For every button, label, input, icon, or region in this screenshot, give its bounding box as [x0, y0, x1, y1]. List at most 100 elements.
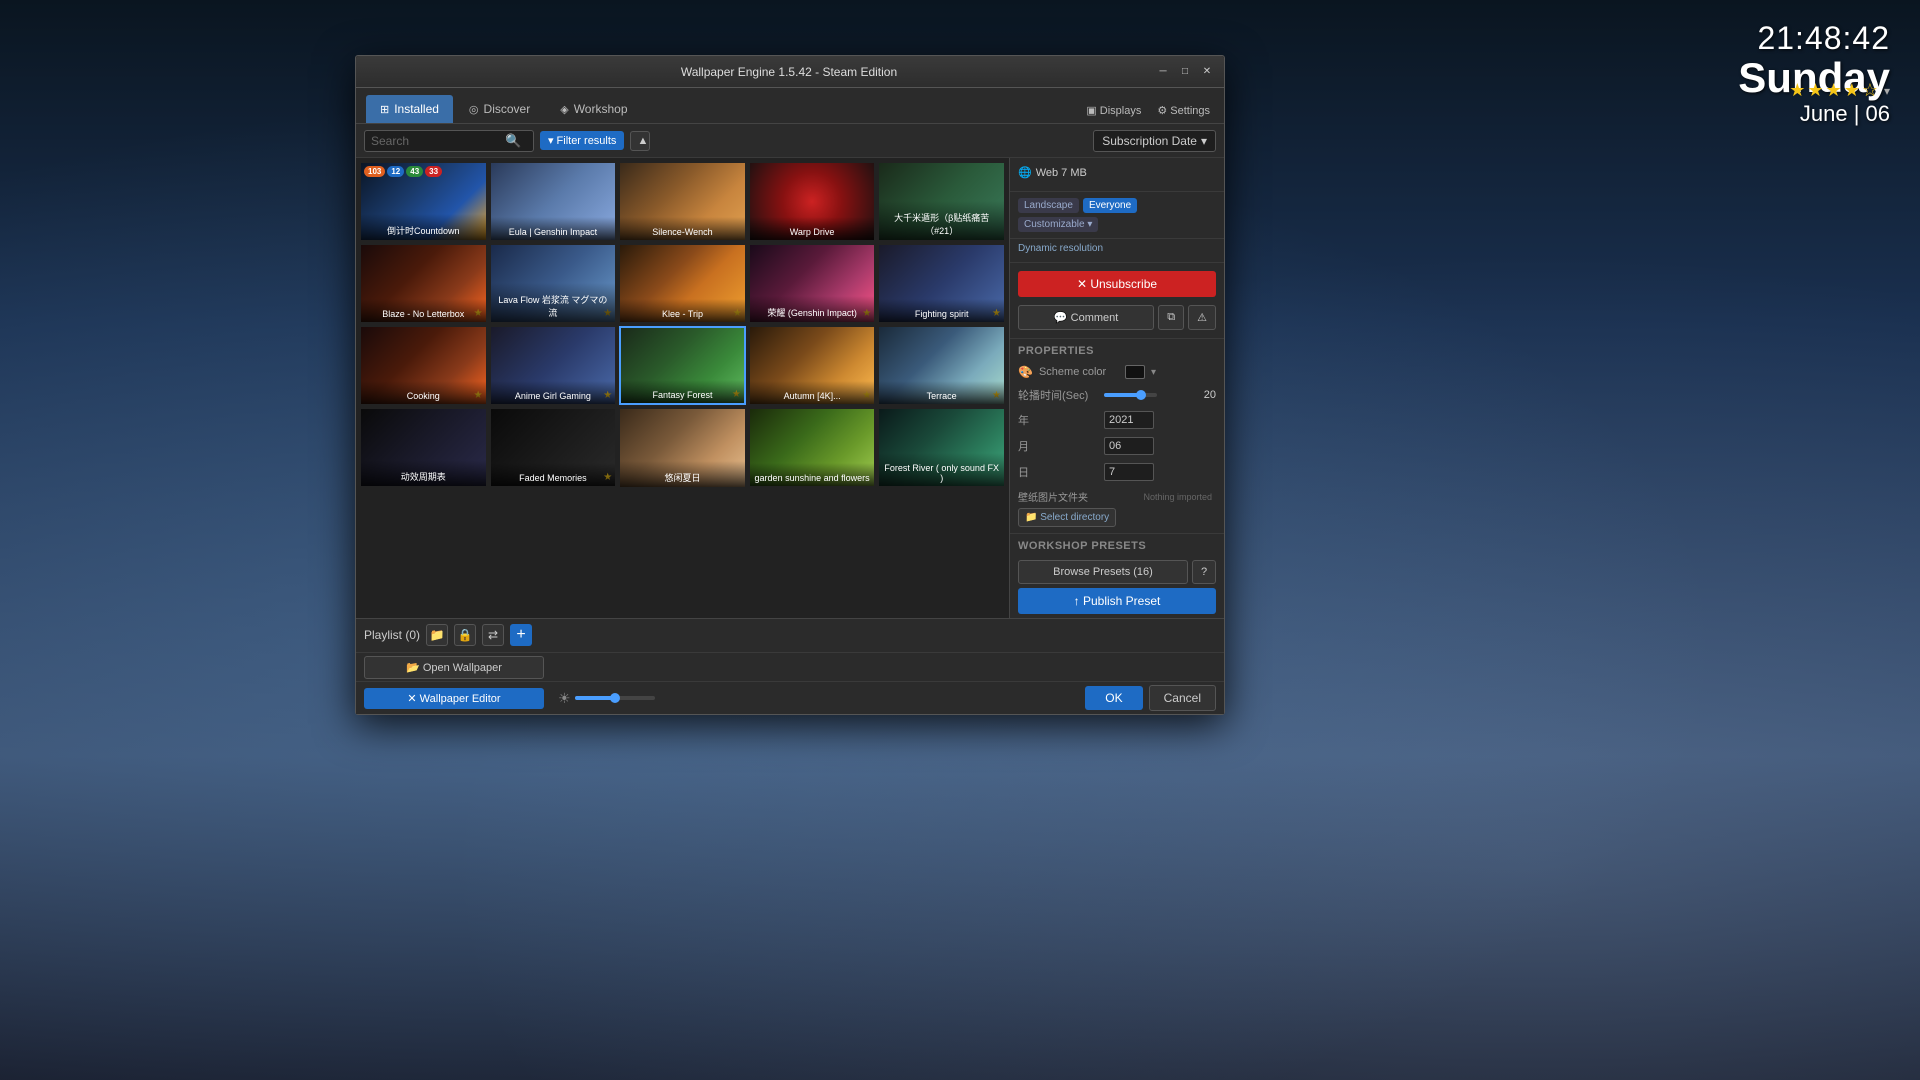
panel-info: 🌐 Web 7 MB	[1010, 158, 1224, 192]
wallpaper-item-10[interactable]: ★Fighting spirit	[878, 244, 1005, 323]
help-button[interactable]: ?	[1192, 560, 1216, 584]
brightness-control: ☀	[558, 690, 655, 707]
select-dir-container: 📁 Select directory	[1010, 508, 1224, 533]
wallpaper-item-2[interactable]: Eula | Genshin Impact	[490, 162, 617, 241]
ok-button[interactable]: OK	[1085, 686, 1142, 710]
wallpaper-item-5[interactable]: 大千米遁形（β贴纸痛苦（#21）	[878, 162, 1005, 241]
wallpaper-item-16[interactable]: 动效周期表	[360, 408, 487, 487]
comment-button[interactable]: 💬 Comment	[1018, 305, 1154, 330]
filter-results-button[interactable]: ▾ Filter results	[540, 131, 624, 150]
displays-button[interactable]: ▣ Displays	[1082, 102, 1145, 119]
subscription-date-dropdown-icon[interactable]: ▾	[1201, 134, 1207, 148]
year-input[interactable]	[1104, 411, 1154, 429]
month-input[interactable]	[1104, 437, 1154, 455]
cancel-button[interactable]: Cancel	[1149, 685, 1216, 711]
wallpaper-grid-area[interactable]: 103124333 倒计时CountdownEula | Genshin Impa…	[356, 158, 1009, 618]
wallpaper-item-19[interactable]: garden sunshine and flowers	[749, 408, 876, 487]
star-dropdown-icon[interactable]: ▾	[1884, 84, 1890, 98]
window-title: Wallpaper Engine 1.5.42 - Steam Edition	[424, 65, 1154, 79]
color-swatch[interactable]	[1125, 365, 1145, 379]
wallpaper-label: Warp Drive	[750, 217, 875, 240]
wallpaper-label: Anime Girl Gaming	[491, 381, 616, 404]
playlist-lock-button[interactable]: 🔒	[454, 624, 476, 646]
subscription-date-selector[interactable]: Subscription Date ▾	[1093, 130, 1216, 152]
installed-icon: ⊞	[380, 103, 389, 116]
select-directory-button[interactable]: 📁 Select directory	[1018, 508, 1116, 527]
wallpaper-item-18[interactable]: 悠闲夏日	[619, 408, 746, 487]
tag-customizable[interactable]: Customizable ▾	[1018, 217, 1098, 232]
wallpaper-item-9[interactable]: ★荣耀 (Genshin Impact)	[749, 244, 876, 323]
close-button[interactable]: ✕	[1198, 63, 1216, 81]
tags-row: Landscape Everyone Customizable ▾	[1010, 192, 1224, 239]
wallpaper-label: Silence-Wench	[620, 217, 745, 240]
minimize-button[interactable]: ─	[1154, 63, 1172, 81]
wallpaper-item-1[interactable]: 103124333 倒计时Countdown	[360, 162, 487, 241]
wallpaper-item-14[interactable]: ★Autumn [4K]...	[749, 326, 876, 405]
wallpaper-label: garden sunshine and flowers	[750, 463, 875, 486]
star-5[interactable]: ☆	[1862, 80, 1878, 101]
day-input[interactable]	[1104, 463, 1154, 481]
star-rating[interactable]: ★ ★ ★ ★ ☆ ▾	[1789, 80, 1890, 101]
star-3[interactable]: ★	[1826, 80, 1842, 101]
wallpaper-item-20[interactable]: Forest River ( only sound FX )	[878, 408, 1005, 487]
wallpaper-item-3[interactable]: Silence-Wench	[619, 162, 746, 241]
wallpaper-item-17[interactable]: ★Faded Memories	[490, 408, 617, 487]
wallpaper-item-4[interactable]: Warp Drive	[749, 162, 876, 241]
playlist-shuffle-button[interactable]: ⇄	[482, 624, 504, 646]
badge-group-1: 103124333	[364, 166, 442, 177]
playlist-folder-button[interactable]: 📁	[426, 624, 448, 646]
tag-everyone[interactable]: Everyone	[1083, 198, 1137, 213]
wallpaper-editor-button[interactable]: ✕ Wallpaper Editor	[364, 688, 544, 709]
tag-landscape[interactable]: Landscape	[1018, 198, 1079, 213]
wallpaper-item-11[interactable]: ★Cooking	[360, 326, 487, 405]
wallpaper-item-12[interactable]: ★Anime Girl Gaming	[490, 326, 617, 405]
copy-button[interactable]: ⧉	[1158, 305, 1184, 330]
search-icon[interactable]: 🔍	[505, 133, 521, 149]
wallpaper-label: 倒计时Countdown	[361, 214, 486, 240]
playlist-add-button[interactable]: +	[510, 624, 532, 646]
action-row: 💬 Comment ⧉ ⚠	[1010, 305, 1224, 338]
settings-icon: ⚙	[1157, 104, 1167, 117]
settings-button[interactable]: ⚙ Settings	[1153, 102, 1214, 119]
tab-installed[interactable]: ⊞ Installed	[366, 95, 453, 123]
rotation-slider[interactable]	[1104, 393, 1157, 397]
star-2[interactable]: ★	[1807, 80, 1823, 101]
tab-workshop-label: Workshop	[574, 102, 628, 116]
title-bar: Wallpaper Engine 1.5.42 - Steam Edition …	[356, 56, 1224, 88]
unsubscribe-button[interactable]: ✕ Unsubscribe	[1018, 271, 1216, 297]
wallpaper-item-8[interactable]: ★Klee - Trip	[619, 244, 746, 323]
wallpaper-item-13[interactable]: ★Fantasy Forest	[619, 326, 746, 405]
wallpaper-item-15[interactable]: ★Terrace	[878, 326, 1005, 405]
main-area: 103124333 倒计时CountdownEula | Genshin Impa…	[356, 158, 1224, 618]
wallpaper-label: Eula | Genshin Impact	[491, 217, 616, 240]
tab-discover[interactable]: ◎ Discover	[455, 95, 544, 123]
brightness-thumb[interactable]	[610, 693, 620, 703]
wallpaper-label: Terrace	[879, 381, 1004, 404]
open-wallpaper-button[interactable]: 📂 Open Wallpaper	[364, 656, 544, 679]
brightness-fill	[575, 696, 615, 700]
alert-button[interactable]: ⚠	[1188, 305, 1216, 330]
search-input[interactable]	[371, 134, 501, 148]
brightness-slider[interactable]	[575, 696, 655, 700]
wallpaper-grid: 103124333 倒计时CountdownEula | Genshin Impa…	[360, 162, 1005, 488]
wallpaper-file-row: 壁纸图片文件夹 Nothing imported	[1010, 485, 1224, 508]
publish-preset-button[interactable]: ↑ Publish Preset	[1018, 588, 1216, 614]
tab-workshop[interactable]: ◈ Workshop	[546, 95, 641, 123]
maximize-button[interactable]: □	[1176, 63, 1194, 81]
displays-icon: ▣	[1086, 104, 1096, 117]
sort-button[interactable]: ▲	[630, 131, 650, 151]
star-1[interactable]: ★	[1789, 80, 1805, 101]
search-box[interactable]: 🔍	[364, 130, 534, 152]
dynamic-resolution[interactable]: Dynamic resolution	[1010, 239, 1224, 263]
rotation-slider-thumb[interactable]	[1136, 390, 1146, 400]
wallpaper-label: Lava Flow 岩浆流 マグマの流	[491, 283, 616, 322]
color-dropdown-icon[interactable]: ▾	[1151, 367, 1156, 378]
badge: 43	[406, 166, 423, 177]
star-4[interactable]: ★	[1844, 80, 1860, 101]
tab-installed-label: Installed	[394, 102, 439, 116]
wallpaper-item-6[interactable]: ★Blaze - No Letterbox	[360, 244, 487, 323]
clock-date: June | 06	[1738, 101, 1890, 127]
browse-presets-button[interactable]: Browse Presets (16)	[1018, 560, 1188, 584]
wallpaper-item-7[interactable]: ★Lava Flow 岩浆流 マグマの流	[490, 244, 617, 323]
editor-ok-row: ✕ Wallpaper Editor ☀ OK Cancel	[356, 682, 1224, 714]
